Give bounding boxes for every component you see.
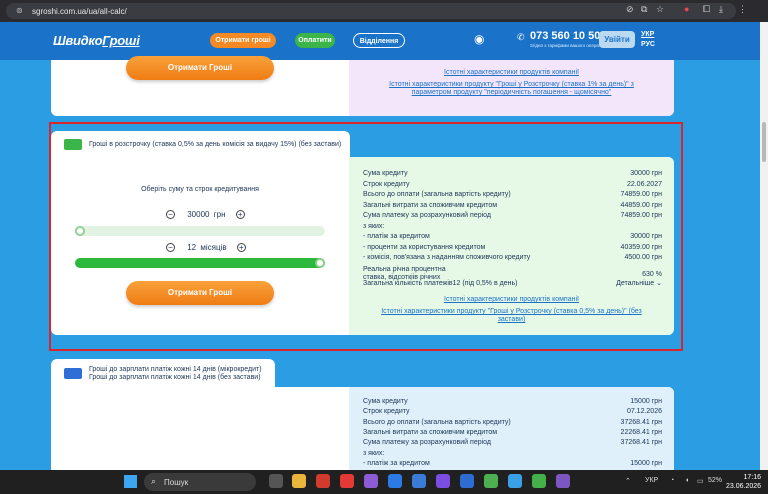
app-l-icon[interactable] — [340, 474, 354, 488]
detail-label: Строк кредиту — [363, 408, 410, 416]
scrollbar-thumb[interactable] — [762, 122, 766, 162]
detail-value: 15000 грн — [630, 459, 662, 467]
opera-icon[interactable] — [316, 474, 330, 488]
branches-button[interactable]: Відділення — [353, 33, 405, 48]
menu-icon[interactable]: ⋮ — [738, 4, 747, 15]
loan-details-next: Сума кредиту 15000 грн Строк кредиту 07.12.… — [349, 387, 674, 477]
tray-chevron-icon[interactable]: ⌃ — [625, 477, 631, 485]
chrome-icon[interactable] — [484, 474, 498, 488]
download-icon[interactable]: ⤓ — [719, 4, 723, 15]
extension-icon[interactable]: ● — [684, 4, 689, 14]
pay-button[interactable]: Оплатити — [295, 33, 335, 48]
taskbar: ⌕ Пошук ⌃ УКР ◔ ◖ ▭ 52% 17:16 23.06.2026 — [0, 470, 768, 494]
viber-icon[interactable] — [556, 474, 570, 488]
clock[interactable]: 17:16 23.06.2026 — [726, 473, 761, 491]
bookmark-star-icon[interactable]: ☆ — [656, 4, 664, 15]
logo-part2: Гроші — [102, 33, 140, 48]
tray-battery-value: 52% — [708, 477, 723, 484]
search-icon: ⌕ — [151, 476, 157, 486]
app-icon[interactable] — [436, 474, 450, 488]
detail-value: 07.12.2026 — [626, 408, 662, 416]
file-explorer-icon[interactable] — [292, 474, 306, 488]
phone-number[interactable]: 073 560 10 50 — [530, 30, 600, 42]
loan-card-previous: Отримати Гроші Істотні характеристики пр… — [51, 56, 674, 116]
phone-note: Згідно з тарифами вашого оператора — [530, 43, 609, 48]
detail-value: 22268.41 грн — [620, 428, 662, 436]
taskbar-search[interactable]: ⌕ Пошук — [144, 473, 256, 491]
phone-icon: ✆ — [517, 32, 525, 42]
lang-ua[interactable]: УКР — [641, 31, 654, 38]
get-money-button-prev[interactable]: Отримати Гроші — [126, 56, 274, 80]
highlight-frame — [49, 122, 683, 351]
tray-wifi-icon[interactable]: ◔ — [670, 477, 674, 484]
tray-language[interactable]: УКР — [645, 477, 658, 484]
loan-card-next: Сума кредиту 15000 грн Строк кредиту 07.12.… — [51, 387, 674, 477]
detail-label: з яких: — [363, 449, 385, 457]
accessibility-eye-icon[interactable]: ◉ — [474, 32, 484, 46]
url-text[interactable]: sgroshi.com.ua/ua/all-calc/ — [32, 7, 127, 16]
clock-time: 17:16 — [743, 474, 762, 481]
telegram-icon[interactable] — [508, 474, 522, 488]
browser-toolbar: ⊚ sgroshi.com.ua/ua/all-calc/ ⊘ ⧉ ☆ ● ⧠ … — [0, 0, 768, 22]
login-button[interactable]: Увійти — [599, 31, 635, 48]
store-icon[interactable] — [412, 474, 426, 488]
taskbar-search-label: Пошук — [164, 478, 189, 487]
windows-start-icon[interactable] — [124, 475, 137, 488]
translate-icon[interactable]: ⧉ — [641, 4, 647, 15]
detail-row: Всього до оплати (загальна вартість кред… — [363, 418, 662, 427]
site-header: ШвидкоГроші Отримати гроші Оплатити Відд… — [0, 22, 768, 60]
tray-volume-icon[interactable]: ◖ — [685, 477, 689, 484]
money-icon-blue — [64, 368, 82, 379]
detail-row: з яких: — [363, 449, 662, 458]
detail-value: 37268.41 грн — [620, 439, 662, 447]
copilot-icon[interactable] — [364, 474, 378, 488]
task-view-icon[interactable] — [269, 474, 283, 488]
detail-row: Сума платежу за розрахунковий період 3726… — [363, 438, 662, 447]
detail-row: Загальні витрати за споживчим кредитом 22… — [363, 428, 662, 437]
detail-value: 15000 грн — [630, 398, 662, 405]
lang-ru[interactable]: РУС — [641, 41, 655, 48]
edge-icon[interactable] — [388, 474, 402, 488]
detail-label: Сума кредиту — [363, 398, 408, 405]
hide-icon[interactable]: ⊘ — [626, 4, 634, 15]
detail-label: - платіж за кредитом — [363, 459, 430, 467]
product-link-2[interactable]: Істотні характеристики продукту "Гроші у… — [379, 81, 644, 97]
product-link-1[interactable]: Істотні характеристики продуктів компані… — [349, 69, 674, 77]
detail-label: Сума платежу за розрахунковий період — [363, 439, 491, 447]
site-info-icon[interactable]: ⊚ — [16, 6, 23, 15]
logo-part1: Швидко — [53, 33, 103, 48]
logo[interactable]: ШвидкоГроші — [53, 33, 140, 48]
loan-card-next-tab: Гроші до зарплати платіж кожні 14 днів (… — [51, 359, 275, 389]
loan-details-prev: Істотні характеристики продуктів компані… — [349, 60, 674, 116]
get-money-button[interactable]: Отримати гроші — [210, 33, 276, 48]
tray-battery-icon[interactable]: ▭ — [697, 477, 704, 485]
detail-row: Строк кредиту 07.12.2026 — [363, 407, 662, 416]
teams-icon[interactable] — [460, 474, 474, 488]
loan-card-next-title: Гроші до зарплати платіж кожні 14 днів (… — [89, 366, 262, 381]
app-green-icon[interactable] — [532, 474, 546, 488]
page-scrollbar[interactable] — [760, 22, 768, 470]
detail-row: - платіж за кредитом 15000 грн — [363, 459, 662, 468]
clock-date: 23.06.2026 — [726, 483, 762, 490]
detail-label: Всього до оплати (загальна вартість кред… — [363, 418, 511, 426]
extensions-puzzle-icon[interactable]: ⧠ — [703, 4, 710, 15]
detail-row: Сума кредиту 15000 грн — [363, 397, 662, 406]
detail-label: Загальні витрати за споживчим кредитом — [363, 428, 498, 436]
detail-value: 37268.41 грн — [620, 418, 662, 426]
